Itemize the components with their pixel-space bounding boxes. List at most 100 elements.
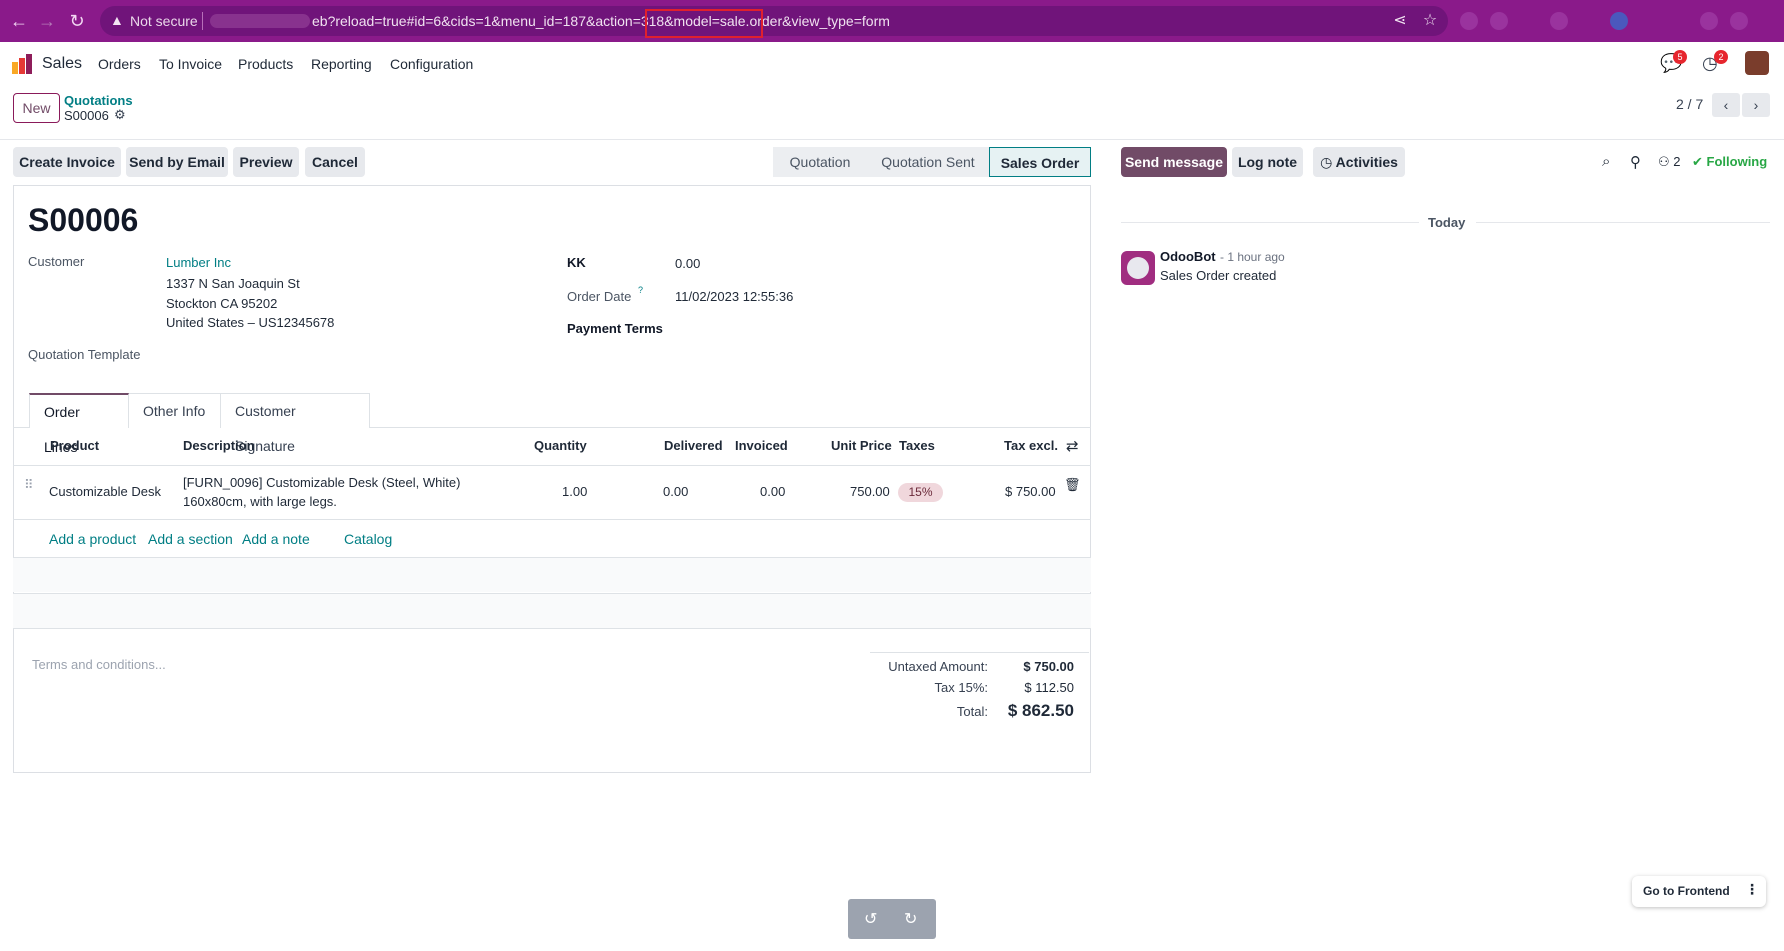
column-header[interactable]: Invoiced [735,438,788,453]
redacted-host [210,14,310,28]
stage-quotation-sent[interactable]: Quotation Sent [867,147,989,177]
quotation-template-label: Quotation Template [28,347,141,362]
stage-sales-order[interactable]: Sales Order [989,147,1091,177]
tab-order-lines[interactable]: Order Lines [29,393,129,455]
app-name[interactable]: Sales [42,55,82,73]
tab-other-info[interactable]: Other Info [129,393,221,428]
back-icon[interactable]: ← [8,10,30,32]
following-label: Following [1706,154,1768,169]
log-note-button[interactable]: Log note [1232,147,1303,177]
divider [13,465,1091,466]
line-product[interactable]: Customizable Desk [49,484,161,499]
pager-value[interactable]: 2 / 7 [1676,96,1703,112]
menu-reporting[interactable]: Reporting [311,56,372,72]
untaxed-amount-label: Untaxed Amount: [888,659,988,674]
menu-products[interactable]: Products [238,56,293,72]
preview-button[interactable]: Preview [233,147,299,177]
trash-icon[interactable]: 🗑 [1064,477,1081,493]
undo-icon[interactable]: ↺ [864,909,877,929]
redo-icon[interactable]: ↻ [904,909,917,929]
go-to-frontend-label: Go to Frontend [1643,884,1730,898]
pager-previous-icon[interactable]: ‹ [1712,93,1740,117]
line-quantity[interactable]: 1.00 [562,484,587,499]
line-description[interactable]: [FURN_0096] Customizable Desk (Steel, Wh… [183,475,460,490]
catalog-link[interactable]: Catalog [344,531,392,547]
following-button[interactable]: ✔ Following [1692,154,1767,170]
extension-icon[interactable] [1700,12,1718,30]
divider [13,519,1091,520]
divider [870,652,1089,653]
odoobot-avatar[interactable] [1121,251,1155,285]
activities-button[interactable]: ◷ Activities [1313,147,1405,177]
extension-icon[interactable] [1610,12,1628,30]
terms-input[interactable]: Terms and conditions... [32,657,166,672]
optional-columns-icon[interactable]: ⇄ [1066,437,1079,455]
line-delivered[interactable]: 0.00 [663,484,688,499]
warning-icon: ▲ [110,12,124,28]
gear-icon[interactable]: ⚙ [114,107,126,123]
add-section-link[interactable]: Add a section [148,531,233,547]
create-invoice-button[interactable]: Create Invoice [13,147,121,177]
clock-icon: ◷ [1320,154,1333,170]
customer-label: Customer [28,254,85,269]
send-message-button[interactable]: Send message [1121,147,1227,177]
column-header[interactable]: Taxes [899,438,935,453]
kk-field[interactable]: 0.00 [675,256,700,271]
undo-redo-toolbar: ↺ ↻ [848,899,936,939]
user-avatar[interactable] [1745,51,1769,75]
breadcrumb-quotations[interactable]: Quotations [64,93,133,108]
go-to-frontend-button[interactable]: Go to Frontend ⋮ [1632,876,1766,907]
column-header[interactable]: Quantity [534,438,587,453]
forward-icon[interactable]: → [36,10,58,32]
address-line: 1337 N San Joaquin St [166,276,300,291]
send-by-email-button[interactable]: Send by Email [126,147,228,177]
url-text[interactable]: eb?reload=true#id=6&cids=1&menu_id=187&a… [312,13,890,29]
share-icon[interactable]: ⋖ [1390,11,1410,31]
help-tooltip-icon[interactable]: ? [638,285,643,295]
breadcrumb-current: S00006 [64,108,109,123]
tab-customer-signature[interactable]: Customer Signature [221,393,370,454]
add-note-link[interactable]: Add a note [242,531,310,547]
extension-icon[interactable] [1550,12,1568,30]
line-subtotal: $ 750.00 [1005,484,1056,499]
column-header[interactable]: Tax excl. [1004,438,1058,453]
divider [0,139,1784,140]
paperclip-icon[interactable]: ⚲ [1630,153,1641,171]
extension-icon[interactable] [1730,12,1748,30]
message-author[interactable]: OdooBot [1160,249,1216,264]
followers-button[interactable]: ⚇ 2 [1658,154,1681,170]
messages-badge: 5 [1673,50,1687,64]
menu-configuration[interactable]: Configuration [390,56,473,72]
stage-quotation[interactable]: Quotation [773,147,867,177]
line-description[interactable]: 160x80cm, with large legs. [183,494,337,509]
column-header[interactable]: Description [183,438,255,453]
menu-orders[interactable]: Orders [98,56,141,72]
pager-next-icon[interactable]: › [1742,93,1770,117]
total-value: $ 862.50 [1007,701,1074,720]
order-reference-title: S00006 [28,202,139,238]
new-button[interactable]: New [13,93,60,123]
sales-app-logo-icon[interactable] [12,54,32,74]
tax-badge[interactable]: 15% [898,483,943,502]
divider [1476,222,1770,223]
address-bar[interactable]: ▲ Not secure eb?reload=true#id=6&cids=1&… [100,6,1448,36]
add-product-link[interactable]: Add a product [49,531,136,547]
divider [202,12,203,30]
divider [1121,222,1419,223]
customer-link[interactable]: Lumber Inc [166,255,231,270]
search-icon[interactable]: ⌕ [1602,153,1610,170]
extension-icon[interactable] [1460,12,1478,30]
column-header[interactable]: Unit Price [831,438,892,453]
message-body: Sales Order created [1160,268,1277,283]
menu-to-invoice[interactable]: To Invoice [159,56,222,72]
reload-icon[interactable]: ↻ [66,10,88,32]
bookmark-star-icon[interactable]: ☆ [1420,11,1440,31]
column-header[interactable]: Product [50,438,99,453]
extension-icon[interactable] [1490,12,1508,30]
cancel-button[interactable]: Cancel [305,147,365,177]
order-date-field[interactable]: 11/02/2023 12:55:36 [675,289,793,304]
more-vertical-icon[interactable]: ⋮ [1745,881,1759,898]
column-header[interactable]: Delivered [664,438,723,453]
line-unit-price[interactable]: 750.00 [850,484,890,499]
drag-handle-icon[interactable]: ⠿ [24,477,34,493]
